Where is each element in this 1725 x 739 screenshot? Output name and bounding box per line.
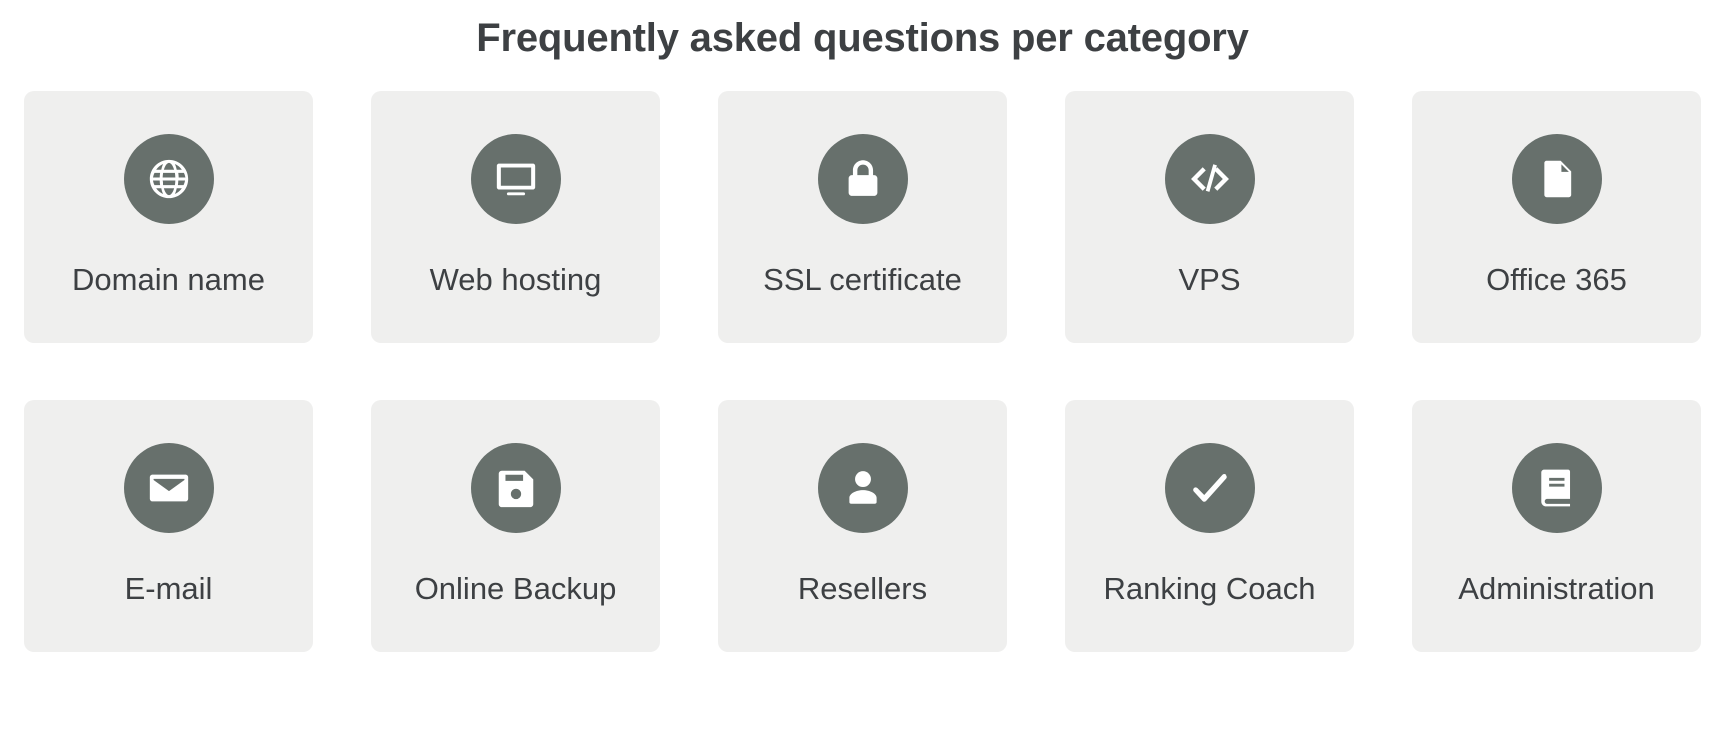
category-card-resellers[interactable]: Resellers — [718, 400, 1007, 652]
lock-icon — [817, 134, 908, 224]
document-icon — [1511, 134, 1602, 224]
category-card-ssl-certificate[interactable]: SSL certificate — [718, 91, 1007, 343]
category-card-ranking-coach[interactable]: Ranking Coach — [1065, 400, 1354, 652]
category-card-vps[interactable]: VPS — [1065, 91, 1354, 343]
monitor-icon — [470, 134, 561, 224]
user-icon — [817, 443, 908, 533]
floppy-disk-icon — [470, 443, 561, 533]
category-card-label: Online Backup — [414, 571, 617, 606]
page-title: Frequently asked questions per category — [476, 16, 1249, 60]
code-icon — [1164, 134, 1255, 224]
check-icon — [1164, 443, 1255, 533]
category-card-online-backup[interactable]: Online Backup — [371, 400, 660, 652]
category-card-label: E-mail — [124, 571, 213, 606]
category-card-label: Resellers — [797, 571, 928, 606]
category-card-label: Office 365 — [1486, 262, 1627, 297]
faq-category-page: Frequently asked questions per category … — [0, 0, 1725, 739]
category-card-label: VPS — [1178, 262, 1241, 297]
category-card-label: Web hosting — [429, 262, 602, 297]
category-card-label: Domain name — [72, 262, 265, 297]
category-card-label: SSL certificate — [763, 262, 962, 297]
category-card-administration[interactable]: Administration — [1412, 400, 1701, 652]
category-card-label: Administration — [1458, 571, 1655, 606]
book-icon — [1511, 443, 1602, 533]
category-card-web-hosting[interactable]: Web hosting — [371, 91, 660, 343]
category-card-label: Ranking Coach — [1103, 571, 1316, 606]
globe-icon — [123, 134, 214, 224]
category-card-grid: Domain name Web hosting SSL certificate — [24, 91, 1701, 652]
category-card-e-mail[interactable]: E-mail — [24, 400, 313, 652]
category-card-office-365[interactable]: Office 365 — [1412, 91, 1701, 343]
category-card-domain-name[interactable]: Domain name — [24, 91, 313, 343]
envelope-icon — [123, 443, 214, 533]
